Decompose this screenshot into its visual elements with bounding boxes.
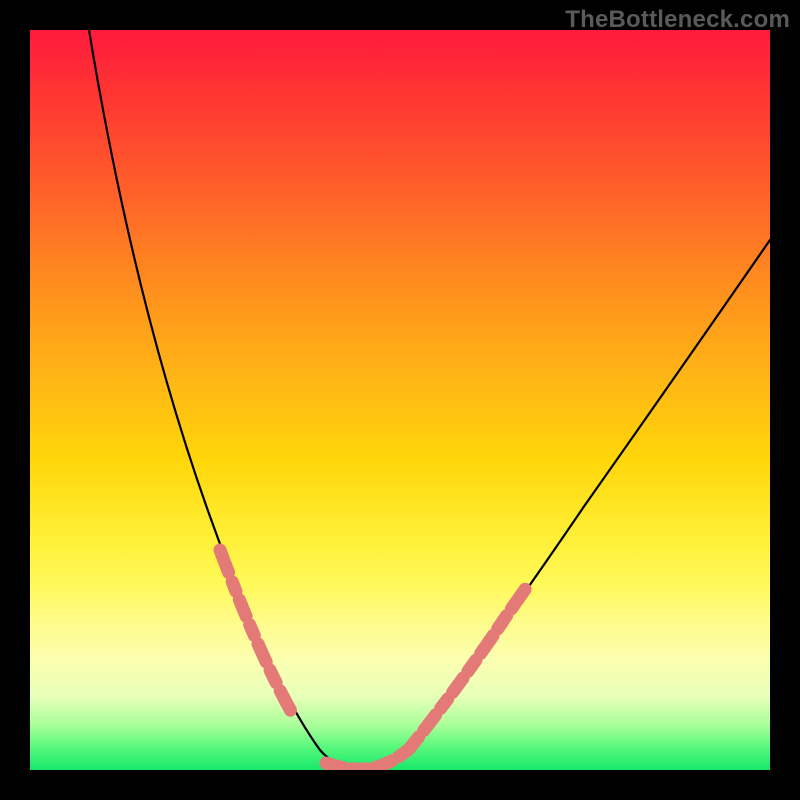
bottleneck-curve-line [89,30,770,768]
bottleneck-curve-svg [30,30,770,770]
highlight-right [410,540,560,748]
highlight-flat [326,750,408,769]
chart-frame: TheBottleneck.com [0,0,800,800]
plot-area [30,30,770,770]
highlight-left [220,550,325,762]
